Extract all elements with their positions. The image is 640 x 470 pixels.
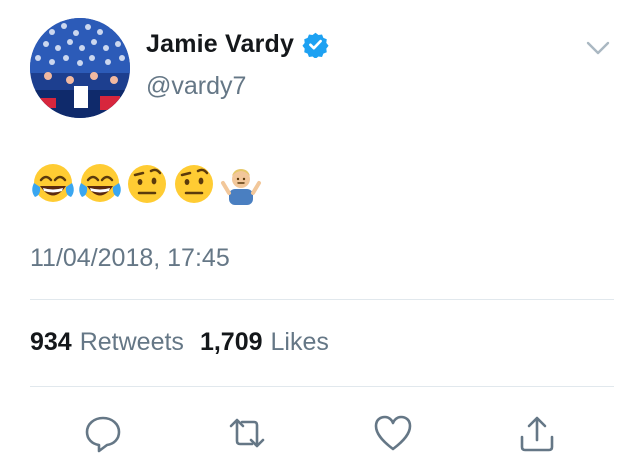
face-with-tears-of-joy-icon bbox=[30, 161, 76, 207]
share-icon[interactable] bbox=[516, 413, 558, 453]
display-name[interactable]: Jamie Vardy bbox=[146, 30, 294, 59]
tweet-stats: 934 Retweets 1,709 Likes bbox=[30, 328, 345, 357]
face-with-tears-of-joy-icon bbox=[77, 161, 123, 207]
likes-count[interactable]: 1,709 bbox=[200, 328, 263, 357]
tweet-actions bbox=[0, 405, 640, 461]
person-shrugging-icon bbox=[218, 161, 264, 207]
divider bbox=[30, 299, 614, 300]
reply-icon[interactable] bbox=[82, 413, 124, 453]
face-with-raised-eyebrow-icon bbox=[171, 161, 217, 207]
verified-badge-icon bbox=[302, 31, 329, 59]
user-name-row: Jamie Vardy bbox=[146, 30, 329, 59]
tweet-timestamp[interactable]: 11/04/2018, 17:45 bbox=[30, 244, 230, 273]
tweet-text bbox=[30, 160, 264, 208]
retweets-label[interactable]: Retweets bbox=[80, 328, 184, 357]
user-handle[interactable]: @vardy7 bbox=[146, 72, 246, 101]
likes-label[interactable]: Likes bbox=[271, 328, 329, 357]
face-with-raised-eyebrow-icon bbox=[124, 161, 170, 207]
like-icon[interactable] bbox=[372, 413, 414, 453]
avatar[interactable] bbox=[30, 18, 130, 118]
chevron-down-icon[interactable] bbox=[585, 38, 611, 58]
retweets-count[interactable]: 934 bbox=[30, 328, 72, 357]
divider bbox=[30, 386, 614, 387]
retweet-icon[interactable] bbox=[226, 413, 268, 453]
